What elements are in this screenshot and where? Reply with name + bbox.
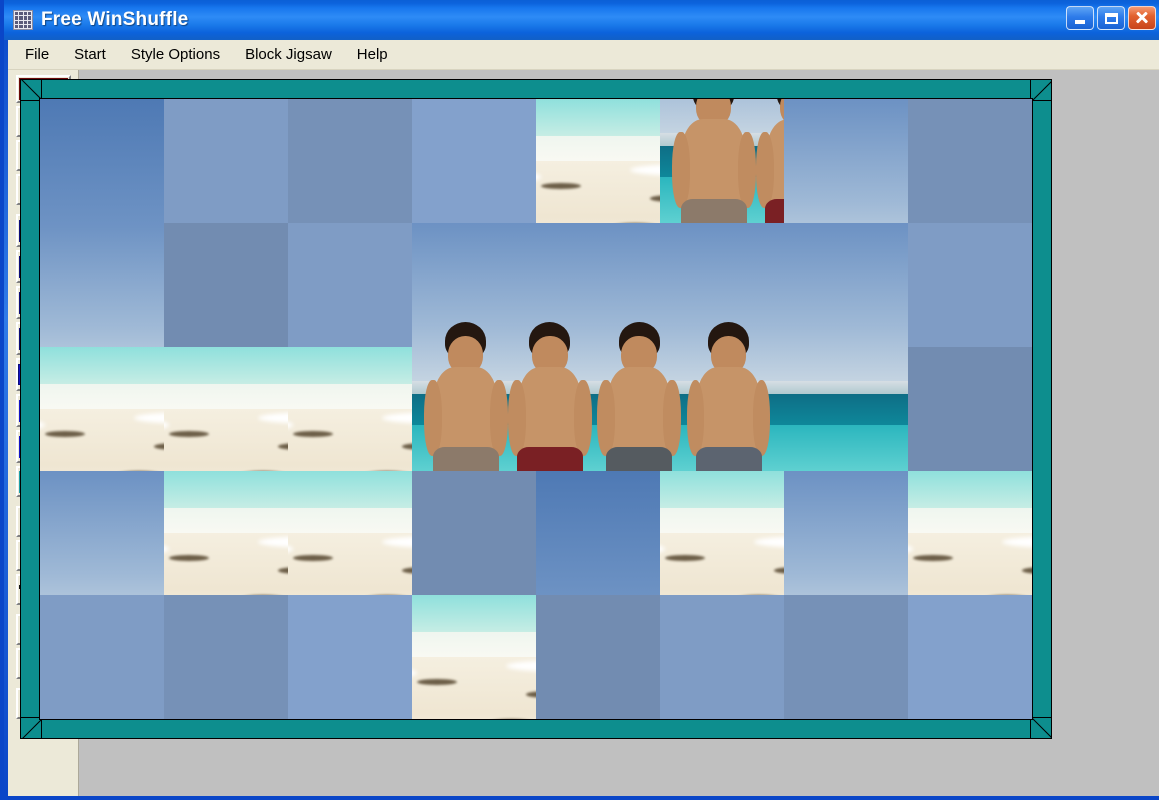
beach-photo bbox=[536, 471, 660, 595]
puzzle-tile-blank[interactable] bbox=[40, 595, 164, 719]
beach-photo bbox=[288, 347, 412, 471]
client-area: StopAlpha4x45x5D1D2D3D4A1? bbox=[8, 70, 1159, 796]
person-figure bbox=[685, 322, 774, 347]
puzzle-board[interactable] bbox=[39, 98, 1033, 720]
person-figure bbox=[536, 322, 596, 347]
title-bar[interactable]: Free WinShuffle bbox=[4, 0, 1159, 40]
minimize-button[interactable] bbox=[1066, 6, 1094, 30]
beach-photo bbox=[40, 347, 164, 471]
person-figure bbox=[685, 347, 774, 471]
person-figure bbox=[506, 347, 536, 471]
beach-photo bbox=[660, 223, 784, 347]
puzzle-tile[interactable] bbox=[412, 595, 536, 719]
tile-grid bbox=[40, 99, 1032, 719]
puzzle-tile[interactable] bbox=[288, 471, 412, 595]
beach-photo bbox=[784, 347, 908, 471]
puzzle-tile-blank[interactable] bbox=[412, 99, 536, 223]
puzzle-tile-blank[interactable] bbox=[288, 223, 412, 347]
beach-photo bbox=[40, 223, 164, 347]
puzzle-tile[interactable] bbox=[784, 471, 908, 595]
puzzle-tile-blank[interactable] bbox=[908, 347, 1032, 471]
puzzle-tile[interactable] bbox=[40, 99, 164, 223]
menu-item-help[interactable]: Help bbox=[346, 42, 399, 67]
puzzle-tile[interactable] bbox=[784, 99, 908, 223]
beach-photo bbox=[164, 347, 288, 471]
puzzle-tile[interactable] bbox=[536, 223, 660, 347]
puzzle-tile[interactable] bbox=[412, 347, 536, 471]
person-figure bbox=[596, 322, 660, 347]
grid-icon bbox=[13, 10, 33, 30]
beach-photo bbox=[40, 471, 164, 595]
puzzle-tile[interactable] bbox=[908, 471, 1032, 595]
puzzle-tile[interactable] bbox=[536, 471, 660, 595]
puzzle-tile-blank[interactable] bbox=[164, 223, 288, 347]
puzzle-tile[interactable] bbox=[40, 347, 164, 471]
menu-item-block-jigsaw[interactable]: Block Jigsaw bbox=[234, 42, 343, 67]
puzzle-tile-blank[interactable] bbox=[164, 595, 288, 719]
beach-photo bbox=[660, 347, 784, 471]
puzzle-tile[interactable] bbox=[40, 223, 164, 347]
puzzle-tile[interactable] bbox=[536, 99, 660, 223]
beach-photo bbox=[412, 223, 536, 347]
puzzle-tile-blank[interactable] bbox=[164, 99, 288, 223]
puzzle-tile-blank[interactable] bbox=[908, 595, 1032, 719]
maximize-button[interactable] bbox=[1097, 6, 1125, 30]
menu-bar: File Start Style Options Block Jigsaw Help bbox=[8, 40, 1159, 70]
beach-photo bbox=[412, 347, 536, 471]
beach-photo bbox=[536, 223, 660, 347]
puzzle-tile[interactable] bbox=[660, 347, 784, 471]
puzzle-tile[interactable] bbox=[784, 223, 908, 347]
beach-photo bbox=[40, 99, 164, 223]
puzzle-tile-blank[interactable] bbox=[536, 595, 660, 719]
close-button[interactable] bbox=[1128, 6, 1156, 30]
puzzle-tile[interactable] bbox=[660, 471, 784, 595]
puzzle-tile[interactable] bbox=[660, 99, 784, 223]
puzzle-tile[interactable] bbox=[164, 471, 288, 595]
puzzle-frame[interactable] bbox=[20, 79, 1052, 739]
menu-item-file[interactable]: File bbox=[14, 42, 60, 67]
puzzle-tile-blank[interactable] bbox=[660, 595, 784, 719]
person-figure bbox=[754, 99, 784, 223]
beach-photo bbox=[908, 471, 1032, 595]
puzzle-tile-blank[interactable] bbox=[908, 99, 1032, 223]
person-figure bbox=[660, 347, 685, 471]
puzzle-tile[interactable] bbox=[536, 347, 660, 471]
beach-photo bbox=[164, 471, 288, 595]
resize-handle-top-right[interactable] bbox=[1030, 79, 1052, 101]
beach-photo bbox=[784, 99, 908, 223]
person-figure bbox=[506, 322, 536, 347]
beach-photo bbox=[784, 471, 908, 595]
beach-photo bbox=[660, 99, 784, 223]
puzzle-tile-blank[interactable] bbox=[412, 471, 536, 595]
resize-handle-bottom-left[interactable] bbox=[20, 717, 42, 739]
menu-item-start[interactable]: Start bbox=[63, 42, 117, 67]
puzzle-tile-blank[interactable] bbox=[784, 595, 908, 719]
menu-item-style-options[interactable]: Style Options bbox=[120, 42, 231, 67]
application-window: Free WinShuffle File Start Style Options Bl… bbox=[0, 0, 1159, 800]
person-figure bbox=[422, 347, 511, 471]
puzzle-tile[interactable] bbox=[412, 223, 536, 347]
beach-photo bbox=[412, 595, 536, 719]
beach-photo bbox=[288, 471, 412, 595]
beach-photo bbox=[660, 471, 784, 595]
puzzle-tile-blank[interactable] bbox=[288, 99, 412, 223]
puzzle-tile[interactable] bbox=[784, 347, 908, 471]
window-title: Free WinShuffle bbox=[41, 9, 189, 30]
person-figure bbox=[422, 322, 511, 347]
beach-photo bbox=[784, 223, 908, 347]
beach-photo bbox=[536, 347, 660, 471]
puzzle-tile[interactable] bbox=[660, 223, 784, 347]
beach-photo bbox=[536, 99, 660, 223]
person-figure bbox=[596, 347, 660, 471]
person-figure bbox=[660, 322, 685, 347]
resize-handle-bottom-right[interactable] bbox=[1030, 717, 1052, 739]
puzzle-tile-blank[interactable] bbox=[908, 223, 1032, 347]
puzzle-tile-blank[interactable] bbox=[288, 595, 412, 719]
person-figure bbox=[536, 347, 596, 471]
puzzle-tile[interactable] bbox=[164, 347, 288, 471]
puzzle-tile[interactable] bbox=[40, 471, 164, 595]
person-figure bbox=[670, 99, 759, 223]
window-controls bbox=[1066, 6, 1156, 30]
puzzle-tile[interactable] bbox=[288, 347, 412, 471]
